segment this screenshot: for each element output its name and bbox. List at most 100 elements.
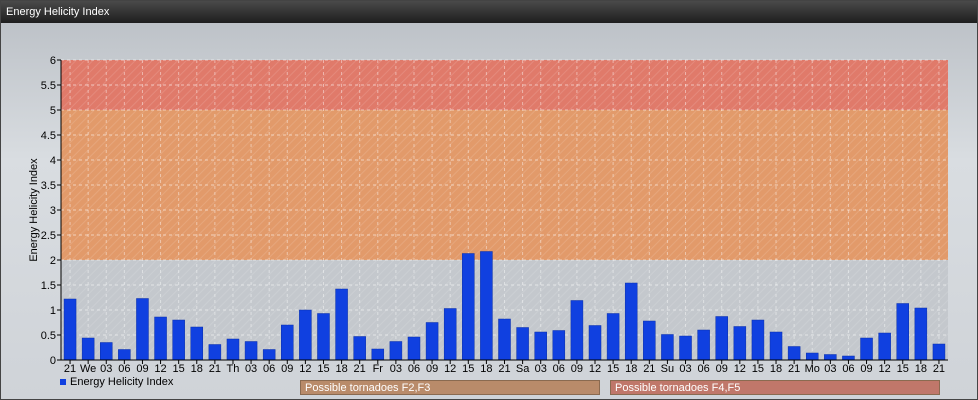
bar [624,282,638,361]
y-tick-labels: 0 0.5 1 1.5 2 2.5 3 3.5 4 4.5 5 5.5 6 [41,55,56,367]
x-tick-label: 18 [915,363,927,375]
bar [262,349,276,361]
bar [679,335,692,361]
bar [498,318,511,361]
x-tick-label: 18 [480,363,492,375]
bar [588,325,602,361]
x-tick-label: 06 [408,363,420,375]
band-label-f4-f5: Possible tornadoes F4,F5 [610,380,940,395]
bar [552,330,566,361]
bar [281,324,294,361]
y-tick-label: 4.5 [41,130,56,142]
bar [534,331,547,361]
y-tick-label: 3.5 [41,180,56,192]
x-tick-label: 03 [535,363,547,375]
y-tick-label: 6 [50,55,56,67]
x-tick-label: 09 [426,363,438,375]
x-tick-label: 03 [245,363,257,375]
x-tick-label: 03 [100,363,112,375]
x-tick-label: 03 [679,363,691,375]
bar [715,316,728,361]
bar [371,348,385,361]
bar [335,288,348,361]
y-tick-label: 0.5 [41,330,56,342]
x-tick-label: 15 [317,363,329,375]
x-tick-label: Th [227,363,240,375]
y-tick-label: 1 [50,305,56,317]
bar [443,308,457,361]
x-tick-label: 15 [607,363,619,375]
x-tick-label: 12 [154,363,166,375]
bar [842,355,855,361]
x-tick-label: 21 [933,363,945,375]
x-tick-label: 03 [390,363,402,375]
bar [932,343,946,361]
bar [136,298,149,361]
y-axis-label: Energy Helicity Index [28,158,40,262]
bar [824,354,837,361]
x-tick-label: 06 [842,363,854,375]
bar [244,341,258,361]
x-tick-label: 15 [462,363,474,375]
bar [425,322,439,361]
x-tick-label: 09 [860,363,872,375]
y-tick-label: 1.5 [41,280,56,292]
x-tick-label: 12 [444,363,456,375]
bar [389,341,403,361]
y-tick-label: 0 [50,355,56,367]
x-tick-label: We [80,363,96,375]
y-tick-label: 4 [50,155,56,167]
x-tick-label: 06 [697,363,709,375]
x-tick-label: Mo [805,363,820,375]
x-tick-label: 09 [281,363,293,375]
bar [172,319,185,361]
band-label-f2-f3: Possible tornadoes F2,F3 [300,380,600,395]
y-tick-label: 3 [50,205,56,217]
y-tick-label: 5 [50,105,56,117]
x-tick-label: 15 [173,363,185,375]
bar [769,331,783,361]
bar [353,336,366,361]
x-tick-label: 03 [824,363,836,375]
x-tick-label: 21 [788,363,800,375]
bar [317,313,330,361]
bar [226,338,240,361]
x-tick-label: Su [661,363,674,375]
bar [697,329,710,361]
x-tick-label: 09 [571,363,583,375]
bar [914,307,928,361]
x-tick-label: Sa [516,363,530,375]
legend-swatch [60,379,66,385]
x-tick-label: 12 [299,363,311,375]
x-tick-label: 12 [734,363,746,375]
bar [860,337,873,361]
bar [299,309,312,361]
x-tick-label: 12 [879,363,891,375]
bar [208,344,222,361]
x-tick-label: 09 [136,363,148,375]
x-tick-label: 21 [354,363,366,375]
bar [407,336,421,361]
bar [63,298,77,361]
bar [462,253,475,361]
x-tick-label: 21 [64,363,76,375]
x-tick-label: 21 [643,363,655,375]
bar [570,300,584,361]
bar [118,349,131,361]
bar [643,320,656,361]
x-tick-labels: 21 We 03 06 09 12 15 18 21 Th 03 06 09 12 15 18 21 Fr 03 06… [64,363,945,375]
bar [787,346,801,361]
x-tick-label: 15 [897,363,909,375]
bar [606,313,620,361]
bar [81,337,95,361]
x-tick-label: 06 [263,363,275,375]
x-tick-label: Fr [373,363,384,375]
x-tick-label: 21 [209,363,221,375]
bar [878,332,891,361]
bar [480,251,493,361]
bar [154,316,167,361]
y-tick-label: 2.5 [41,230,56,242]
x-tick-label: 21 [498,363,510,375]
legend-label: Energy Helicity Index [70,376,174,388]
x-tick-label: 18 [625,363,637,375]
